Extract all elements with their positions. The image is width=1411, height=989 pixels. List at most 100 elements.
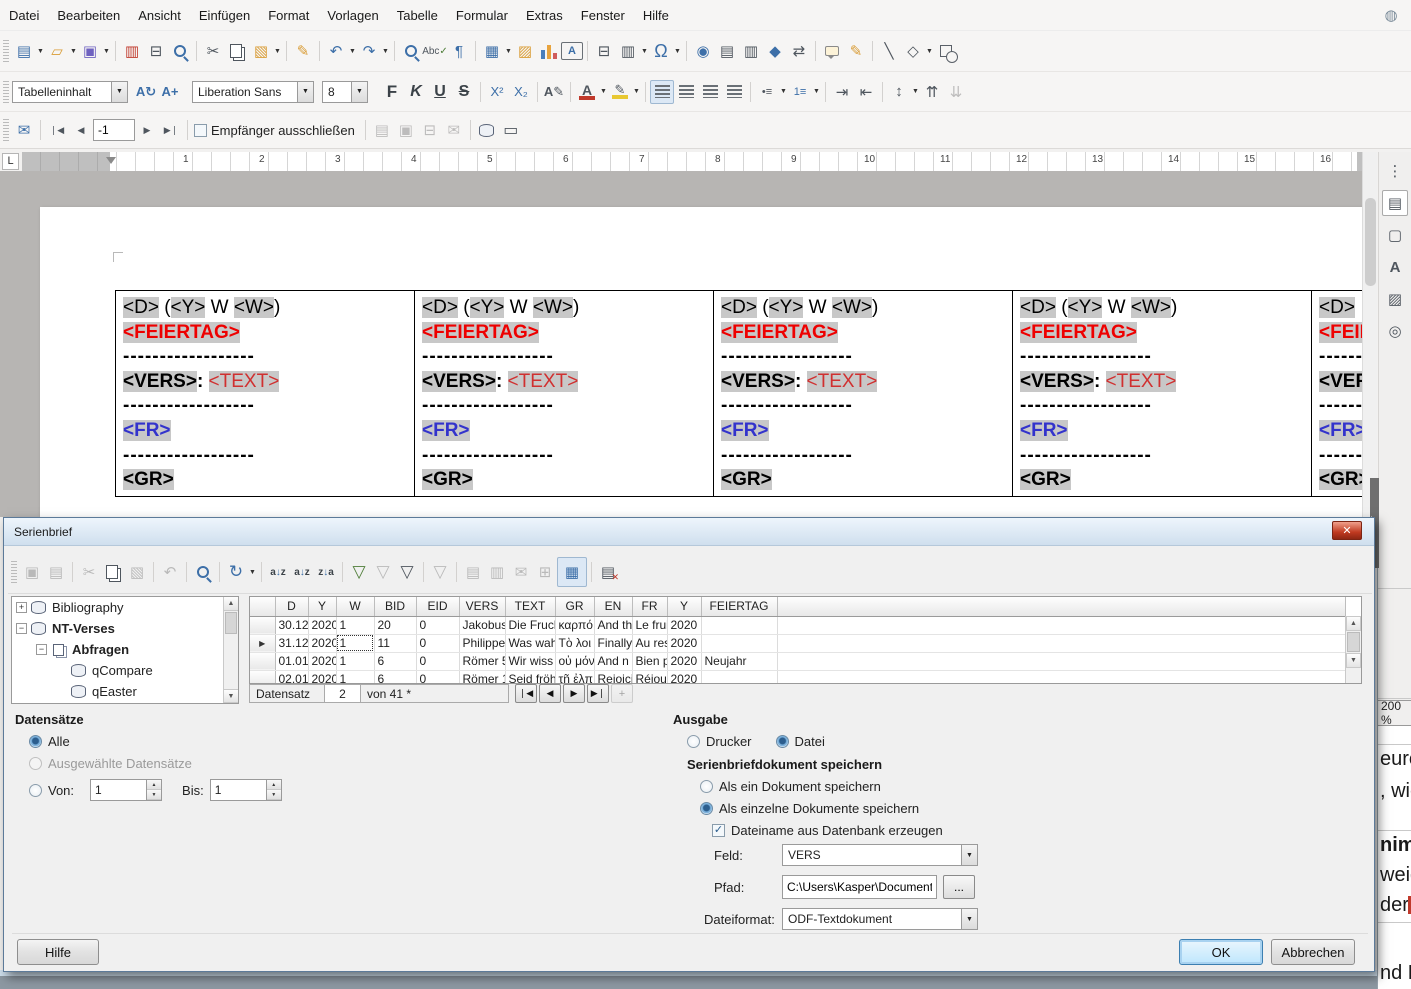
expander-icon[interactable]: +	[16, 602, 27, 613]
menu-formular[interactable]: Formular	[447, 4, 517, 27]
new-document-icon[interactable]	[12, 39, 36, 63]
close-data-source-icon[interactable]: ✕	[596, 560, 620, 584]
document-table[interactable]: <D> (<Y> W <W>) <FEIERTAG> -------------…	[115, 290, 1362, 497]
align-center-icon[interactable]	[674, 80, 698, 104]
current-row-marker[interactable]: ▶	[250, 634, 275, 652]
row-selector[interactable]	[250, 670, 275, 684]
tree-item-qeaster[interactable]: qEaster	[12, 681, 238, 702]
dialog-refresh-icon[interactable]	[224, 560, 248, 584]
dialog-find-icon[interactable]	[191, 560, 215, 584]
document-area[interactable]: <D> (<Y> W <W>) <FEIERTAG> -------------…	[0, 171, 1362, 517]
table-cell-clipped[interactable]: <D> <FEIERTAG> ------------------ <VERS>…	[1311, 291, 1362, 496]
insert-field-dropdown[interactable]: ▼	[640, 39, 649, 63]
grid-row[interactable]: 01.01 2020 1 6 0 Römer 5, Wir wiss οὐ μό…	[250, 652, 1346, 670]
column-header[interactable]: BID	[374, 597, 416, 616]
insert-endnote-icon[interactable]	[739, 39, 763, 63]
table-cell[interactable]: <D> (<Y> W <W>) <FEIERTAG> -------------…	[713, 291, 1012, 496]
bullet-list-dropdown[interactable]: ▼	[779, 80, 788, 104]
records-selected-option[interactable]: Ausgewählte Datensätze	[29, 756, 192, 771]
new-document-dropdown[interactable]: ▼	[36, 39, 45, 63]
open-icon[interactable]	[45, 39, 69, 63]
menu-einfuegen[interactable]: Einfügen	[190, 4, 259, 27]
scroll-up-arrow[interactable]: ▲	[224, 597, 238, 611]
data-to-fields-icon[interactable]	[485, 560, 509, 584]
insert-image-icon[interactable]	[513, 39, 537, 63]
scroll-down-arrow[interactable]: ▼	[224, 689, 238, 703]
cancel-button[interactable]: Abbrechen	[1271, 939, 1355, 965]
print-preview-icon[interactable]	[168, 39, 192, 63]
dialog-mail-merge-icon[interactable]	[509, 560, 533, 584]
tree-item-abfragen[interactable]: − Abfragen	[12, 639, 238, 660]
track-changes-icon[interactable]	[844, 39, 868, 63]
paragraph-style-combo[interactable]: Tabelleninhalt ▼	[12, 81, 128, 103]
grid-scrollbar[interactable]: ▲ ▼	[1345, 616, 1361, 684]
print-icon[interactable]	[144, 39, 168, 63]
dialog-save-icon[interactable]	[20, 560, 44, 584]
row-selector-header[interactable]	[250, 597, 275, 616]
apply-filter-icon[interactable]	[371, 560, 395, 584]
font-color-icon[interactable]: A	[575, 80, 599, 104]
bullet-list-icon[interactable]: •≡	[755, 80, 779, 104]
indent-marker[interactable]	[106, 157, 116, 169]
menu-format[interactable]: Format	[259, 4, 318, 27]
output-printer-option[interactable]: Drucker Datei	[687, 734, 825, 749]
superscript-icon[interactable]: X²	[485, 80, 509, 104]
radio-datei[interactable]	[776, 735, 789, 748]
sidebar-styles-icon[interactable]: A	[1382, 254, 1408, 280]
paste-icon[interactable]	[249, 39, 273, 63]
nav-previous-record[interactable]	[539, 684, 561, 703]
radio-alle[interactable]	[29, 735, 42, 748]
nav-first-record[interactable]	[515, 684, 537, 703]
line-spacing-icon[interactable]: ↕	[887, 80, 911, 104]
find-replace-icon[interactable]	[399, 39, 423, 63]
sort-descending-icon[interactable]: z↓a	[314, 560, 338, 584]
tree-scroll-thumb[interactable]	[225, 612, 237, 634]
bis-down[interactable]: ▼	[267, 790, 281, 800]
filename-from-db-checkbox[interactable]: ✓	[712, 824, 725, 837]
data-source-icon[interactable]	[475, 118, 499, 142]
menu-ansicht[interactable]: Ansicht	[129, 4, 190, 27]
toolbar-grip[interactable]	[3, 40, 9, 62]
italic-icon[interactable]: K	[404, 80, 428, 104]
dialog-edit-data-icon[interactable]	[44, 560, 68, 584]
horizontal-ruler[interactable]: 1 2 3 4 5 6 7 8 9 10 11 12 13 14 15 16	[22, 152, 1362, 171]
column-header[interactable]: VERS	[459, 597, 505, 616]
expander-icon[interactable]: −	[16, 623, 27, 634]
grid-row-current[interactable]: ▶ 31.12 2020 1 11 0 Philipper Was wah Τὸ…	[250, 634, 1346, 652]
focused-cell[interactable]: 1	[336, 634, 374, 652]
column-header[interactable]: GR	[555, 597, 594, 616]
records-range-option[interactable]: Von: 1 ▲▼ Bis: 1 ▲▼	[29, 779, 282, 801]
column-header[interactable]: FEIERTAG	[701, 597, 777, 616]
export-pdf-icon[interactable]	[120, 39, 144, 63]
sort-icon[interactable]: a↓z	[266, 560, 290, 584]
dialog-copy-icon[interactable]	[101, 560, 125, 584]
column-header[interactable]: D	[275, 597, 308, 616]
sort-ascending-icon[interactable]: a↓z	[290, 560, 314, 584]
bookmark-icon[interactable]	[763, 39, 787, 63]
insert-comment-icon[interactable]	[820, 39, 844, 63]
update-style-icon[interactable]: A↻	[134, 80, 158, 104]
last-record-icon[interactable]	[159, 118, 183, 142]
cut-icon[interactable]	[201, 39, 225, 63]
align-right-icon[interactable]	[698, 80, 722, 104]
von-up[interactable]: ▲	[147, 780, 161, 790]
scrollbar-thumb[interactable]	[1365, 198, 1376, 286]
font-size-dropdown[interactable]: ▼	[351, 82, 367, 102]
sidebar-settings-icon[interactable]	[1382, 158, 1408, 184]
font-size-combo[interactable]: 8 ▼	[322, 81, 368, 103]
reset-filter-icon[interactable]	[428, 560, 452, 584]
page-break-icon[interactable]	[592, 39, 616, 63]
save-dropdown[interactable]: ▼	[102, 39, 111, 63]
sidebar-page-icon[interactable]: ▢	[1382, 222, 1408, 248]
document-page[interactable]: <D> (<Y> W <W>) <FEIERTAG> -------------…	[40, 207, 1362, 517]
new-style-icon[interactable]: A+	[158, 80, 182, 104]
sidebar-properties-icon[interactable]: ▤	[1382, 190, 1408, 216]
previous-record-icon[interactable]	[69, 118, 93, 142]
table-cell[interactable]: <D> (<Y> W <W>) <FEIERTAG> -------------…	[115, 291, 414, 496]
grid-row[interactable]: 30.12 2020 1 20 0 Jakobus Die Frucl καρπ…	[250, 616, 1346, 634]
basic-shapes-dropdown[interactable]: ▼	[925, 39, 934, 63]
insert-footnote-icon[interactable]	[715, 39, 739, 63]
save-single-option[interactable]: Als ein Dokument speichern	[700, 779, 881, 794]
expander-icon[interactable]: −	[36, 644, 47, 655]
font-name-combo[interactable]: Liberation Sans ▼	[192, 81, 314, 103]
